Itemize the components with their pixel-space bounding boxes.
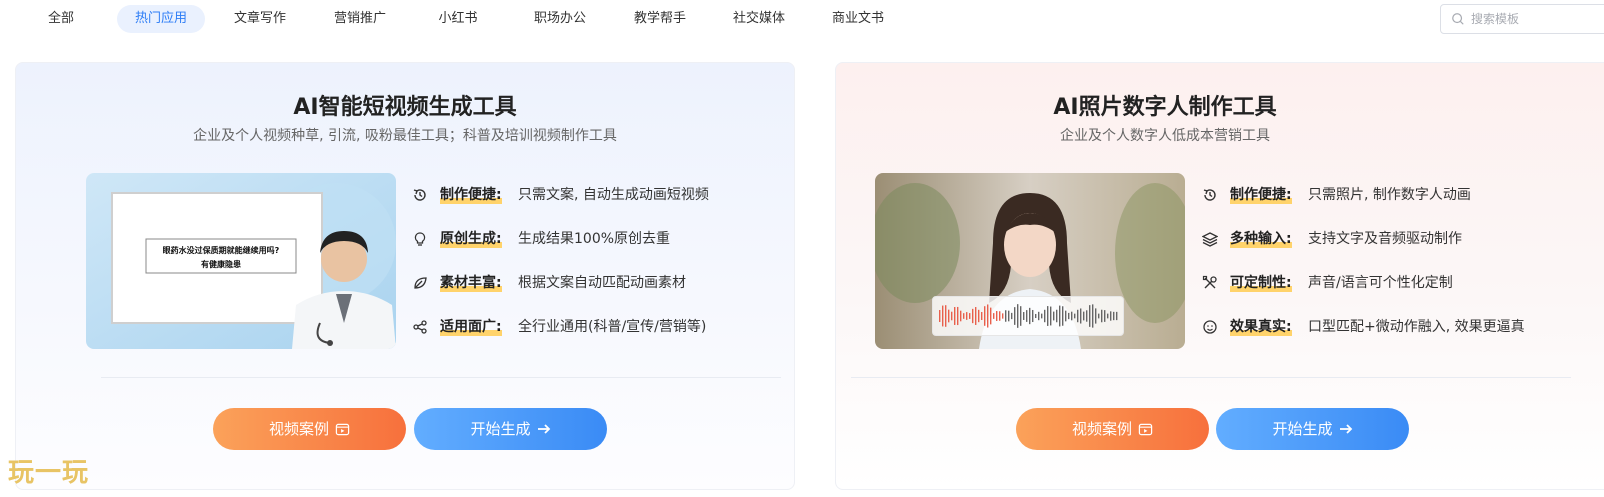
category-nav: 全部 热门应用 文章写作 营销推广 小红书 职场办公 教学帮手 社交媒体 商业文… [0, 0, 1604, 40]
tab-social-media[interactable]: 社交媒体 [725, 5, 793, 33]
audio-waveform [932, 296, 1124, 336]
video-play-icon [1138, 423, 1153, 435]
card-subtitle: 企业及个人视频种草, 引流, 吸粉最佳工具；科普及培训视频制作工具 [193, 128, 617, 144]
feature-text: 口型匹配+微动作融入, 效果更逼真 [1308, 319, 1525, 335]
tools-icon [1202, 275, 1217, 289]
video-play-icon [335, 423, 350, 435]
card-title: AI智能短视频生成工具 [293, 95, 517, 120]
feature-text: 全行业通用(科普/宣传/营销等) [518, 319, 707, 335]
search-box[interactable] [1440, 4, 1604, 34]
tab-business-docs[interactable]: 商业文书 [824, 5, 892, 33]
tab-popular-apps[interactable]: 热门应用 [117, 5, 205, 33]
feature-key: 可定制性: [1230, 271, 1292, 295]
leaf-icon [414, 277, 427, 289]
feature-text: 生成结果100%原创去重 [518, 231, 671, 247]
feature-text: 根据文案自动匹配动画素材 [518, 275, 686, 291]
digital-human-thumbnail [875, 173, 1185, 349]
feature-key: 适用面广: [440, 315, 502, 339]
card-divider [101, 377, 781, 378]
feature-key: 原创生成: [440, 227, 502, 251]
tab-all[interactable]: 全部 [35, 5, 87, 33]
feature-key: 制作便捷: [440, 183, 502, 207]
feature-text: 只需照片, 制作数字人动画 [1308, 187, 1471, 203]
layers-icon [1202, 232, 1218, 247]
tab-xiaohongshu[interactable]: 小红书 [430, 5, 486, 33]
smile-icon [1203, 320, 1217, 334]
feature-text: 只需文案, 自动生成动画短视频 [518, 187, 709, 203]
video-tool-card: AI智能短视频生成工具 企业及个人视频种草, 引流, 吸粉最佳工具；科普及培训视… [15, 62, 795, 490]
card-divider [851, 377, 1571, 378]
video-examples-label: 视频案例 [1071, 420, 1132, 438]
start-generate-label: 开始生成 [470, 420, 531, 438]
arrow-right-icon [1339, 424, 1352, 434]
feature-text: 支持文字及音频驱动制作 [1308, 231, 1462, 247]
tab-teaching[interactable]: 教学帮手 [626, 5, 694, 33]
video-examples-button[interactable]: 视频案例 [213, 408, 406, 450]
start-generate-label: 开始生成 [1272, 420, 1333, 438]
clock-refresh-icon [413, 189, 426, 201]
watermark-logo: 玩一玩 [8, 458, 90, 488]
start-generate-button[interactable]: 开始生成 [414, 408, 607, 450]
feature-key: 效果真实: [1230, 315, 1292, 339]
arrow-right-icon [537, 424, 550, 434]
clock-refresh-icon [1203, 189, 1216, 201]
lightbulb-icon [414, 232, 426, 246]
feature-key: 素材丰富: [440, 271, 502, 295]
share-icon [413, 320, 427, 334]
tab-office[interactable]: 职场办公 [526, 5, 594, 33]
search-icon [1452, 13, 1464, 25]
video-thumbnail: 眼药水没过保质期就能继续用吗? 有健康隐患 [86, 173, 396, 349]
feature-text: 声音/语言可个性化定制 [1308, 275, 1453, 291]
card-title: AI照片数字人制作工具 [1053, 95, 1277, 120]
video-examples-label: 视频案例 [268, 420, 329, 438]
video-examples-button[interactable]: 视频案例 [1016, 408, 1209, 450]
search-input[interactable] [1471, 9, 1591, 29]
feature-key: 制作便捷: [1230, 183, 1292, 207]
card-subtitle: 企业及个人数字人低成本营销工具 [1060, 128, 1270, 144]
feature-key: 多种输入: [1230, 227, 1292, 251]
tab-marketing[interactable]: 营销推广 [326, 5, 394, 33]
thumbnail-caption-line1: 眼药水没过保质期就能继续用吗? [162, 246, 280, 255]
start-generate-button[interactable]: 开始生成 [1216, 408, 1409, 450]
tab-article-writing[interactable]: 文章写作 [226, 5, 294, 33]
thumbnail-caption-line2: 有健康隐患 [201, 260, 241, 269]
digital-human-card: AI照片数字人制作工具 企业及个人数字人低成本营销工具 制作便捷: 只需照片, … [835, 62, 1604, 490]
